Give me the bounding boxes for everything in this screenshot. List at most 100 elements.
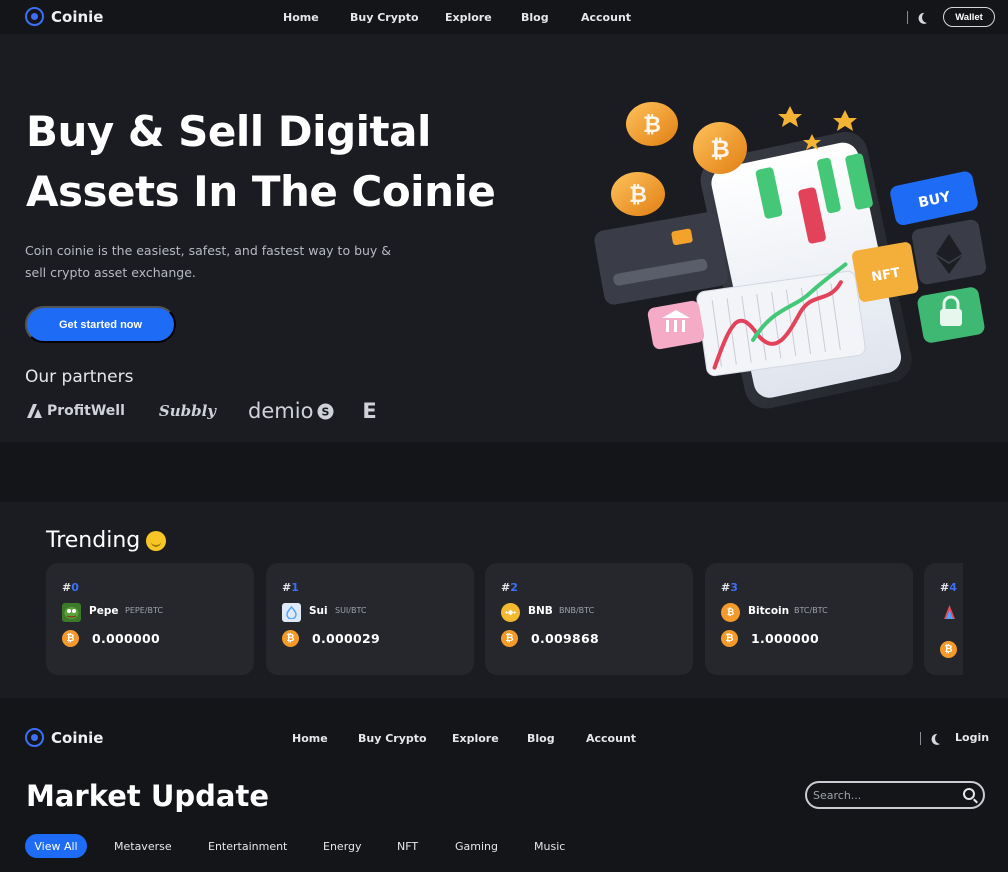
nav-account[interactable]: Account [586, 732, 636, 745]
search-box[interactable] [805, 781, 985, 809]
card-rank: #1 [282, 581, 299, 594]
partner-e: E [362, 399, 377, 423]
nav-buy-crypto[interactable]: Buy Crypto [350, 11, 445, 24]
filter-metaverse[interactable]: Metaverse [114, 834, 172, 858]
main-menu: Home Buy Crypto Explore Blog Account [292, 732, 636, 745]
wallet-button[interactable]: Wallet [943, 7, 995, 27]
nav-blog[interactable]: Blog [521, 11, 581, 24]
trending-heading: Trending [46, 528, 167, 553]
card-rank: #2 [501, 581, 518, 594]
hero-crypto-illustration: ₿ ₿ ₿ BUY NFT [594, 102, 987, 409]
coin-name: Bitcoin [748, 605, 790, 617]
section-divider [0, 442, 1008, 502]
svg-text:₿: ₿ [710, 135, 730, 163]
star-icon [833, 110, 857, 131]
nav-divider [920, 732, 921, 745]
partner-subbly: Subbly [158, 402, 217, 420]
coinie-logo-icon [25, 7, 44, 26]
bitcoin-coin-icon: ₿ [693, 122, 747, 174]
nav-blog[interactable]: Blog [527, 732, 586, 745]
trending-card[interactable]: #0 Pepe PEPE/BTC ₿ 0.000000 [46, 563, 254, 675]
coin-name: BNB [528, 605, 553, 617]
nav-account[interactable]: Account [581, 11, 631, 24]
partner-profitwell: ProfitWell [25, 403, 125, 419]
search-input[interactable] [813, 788, 958, 802]
dark-mode-moon-icon[interactable] [920, 10, 934, 24]
filter-entertainment[interactable]: Entertainment [208, 834, 287, 858]
partner-demio: demio S [248, 399, 334, 423]
top-nav: Coinie Home Buy Crypto Explore Blog Acco… [0, 0, 1008, 34]
partners-logos: ProfitWell Subbly demio S E [25, 398, 377, 424]
bitcoin-icon: ₿ [282, 630, 299, 647]
coin-pair: BTC/BTC [794, 606, 828, 615]
brand-logo[interactable]: Coinie [25, 7, 103, 26]
main-menu: Home Buy Crypto Explore Blog Account [283, 11, 631, 24]
brand-name: Coinie [51, 7, 104, 26]
nav-buy-crypto[interactable]: Buy Crypto [358, 732, 452, 745]
card-rank: #0 [62, 581, 79, 594]
coin-price: 0.000029 [312, 631, 381, 646]
smile-emoji-icon [146, 530, 167, 551]
card-rank: #3 [721, 581, 738, 594]
card-rank: #4 [940, 581, 957, 594]
market-title: Market Update [26, 779, 270, 813]
dark-mode-moon-icon[interactable] [933, 731, 947, 745]
ethereum-block-icon [911, 219, 987, 285]
sui-icon [282, 603, 301, 622]
filter-gaming[interactable]: Gaming [455, 834, 498, 858]
coinie-logo-icon [25, 728, 44, 747]
filter-music[interactable]: Music [534, 834, 565, 858]
svg-text:₿: ₿ [629, 183, 647, 208]
search-icon[interactable] [963, 788, 975, 800]
demio-logo-icon: S [317, 403, 334, 419]
trending-cards[interactable]: #0 Pepe PEPE/BTC ₿ 0.000000 #1 Sui SUI/B… [46, 563, 963, 675]
hero-title: Buy & Sell Digital Assets In The Coinie [26, 102, 496, 222]
bitcoin-icon: ₿ [721, 630, 738, 647]
nav-divider [907, 11, 908, 24]
partners-heading: Our partners [25, 367, 134, 387]
brand-logo[interactable]: Coinie [25, 728, 103, 747]
coin-pair: BNB/BTC [559, 606, 595, 615]
coin-pair: PEPE/BTC [125, 606, 163, 615]
filter-view-all[interactable]: View All [25, 834, 87, 858]
buy-badge-illustration: BUY [890, 171, 978, 226]
filter-nft[interactable]: NFT [397, 834, 418, 858]
nav-home[interactable]: Home [283, 11, 350, 24]
bank-block-icon [647, 300, 705, 350]
hero-description: Coin coinie is the easiest, safest, and … [25, 243, 392, 280]
hero-title-line-2: Assets In The Coinie [26, 167, 496, 216]
nav-explore[interactable]: Explore [445, 11, 521, 24]
bitcoin-coin-icon: ₿ [626, 102, 678, 146]
market-nav: Coinie Home Buy Crypto Explore Blog Acco… [0, 721, 1008, 755]
filter-energy[interactable]: Energy [323, 834, 362, 858]
star-icon [778, 106, 802, 127]
coin-price: 1.000000 [751, 631, 820, 646]
coin-icon [940, 603, 959, 622]
bitcoin-coin-icon: ₿ [721, 603, 740, 622]
get-started-button[interactable]: Get started now [25, 306, 176, 343]
brand-name: Coinie [51, 728, 104, 747]
bitcoin-icon: ₿ [501, 630, 518, 647]
svg-text:S: S [322, 405, 330, 418]
trending-card[interactable]: #4 ₿ [924, 563, 963, 675]
nav-home[interactable]: Home [292, 732, 358, 745]
bitcoin-icon: ₿ [940, 641, 957, 658]
bitcoin-icon: ₿ [62, 630, 79, 647]
coin-name: Sui [309, 605, 328, 617]
trending-card[interactable]: #2 BNB BNB/BTC ₿ 0.009868 [485, 563, 693, 675]
pepe-icon [62, 603, 81, 622]
lock-block-icon [917, 287, 985, 343]
coin-price: 0.009868 [531, 631, 600, 646]
nft-badge-illustration: NFT [852, 242, 919, 302]
trending-card[interactable]: #3 ₿ Bitcoin BTC/BTC ₿ 1.000000 [705, 563, 913, 675]
coin-price: 0.000000 [92, 631, 161, 646]
bnb-icon [501, 603, 520, 622]
login-link[interactable]: Login [955, 731, 989, 744]
svg-text:₿: ₿ [643, 113, 661, 138]
bitcoin-coin-icon: ₿ [611, 172, 665, 216]
nav-explore[interactable]: Explore [452, 732, 527, 745]
profitwell-logo-icon [27, 404, 42, 418]
coin-name: Pepe [89, 605, 119, 617]
coin-pair: SUI/BTC [335, 606, 367, 615]
trending-card[interactable]: #1 Sui SUI/BTC ₿ 0.000029 [266, 563, 474, 675]
